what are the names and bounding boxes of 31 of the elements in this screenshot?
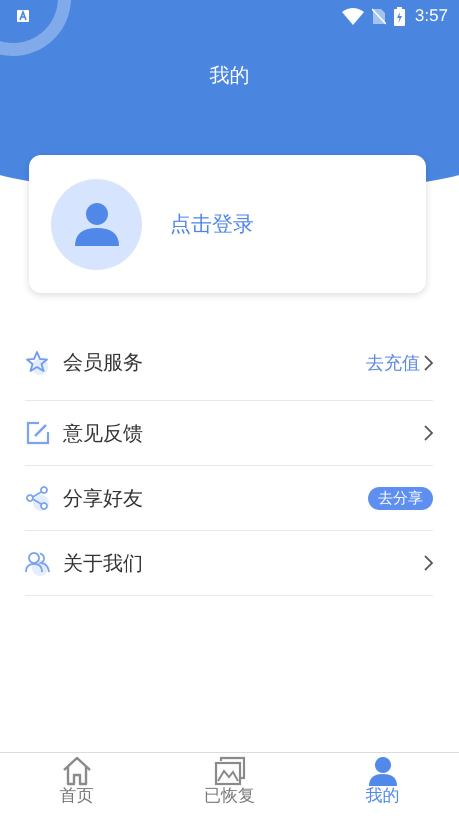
no-sim-icon <box>372 8 386 24</box>
nav-tab[interactable]: 我的 <box>306 753 459 816</box>
edit-icon <box>25 420 51 446</box>
wifi-icon <box>342 8 364 24</box>
share-icon <box>25 485 51 511</box>
menu-label: 意见反馈 <box>63 420 143 446</box>
chevron-right-icon <box>424 555 433 571</box>
home-icon <box>60 756 92 786</box>
person-icon <box>366 756 398 786</box>
nav-tab[interactable]: 已恢复 <box>153 753 306 816</box>
menu-item[interactable]: 分享好友 去分享 <box>25 466 433 531</box>
keyboard-icon <box>17 10 29 22</box>
profile-card[interactable]: 点击登录 <box>29 155 426 293</box>
status-time: 3:57 <box>414 6 448 26</box>
share-button[interactable]: 去分享 <box>368 486 433 510</box>
battery-charging-icon <box>394 6 405 26</box>
menu-label: 会员服务 <box>63 349 143 376</box>
menu-item[interactable]: 意见反馈 <box>25 401 433 466</box>
recharge-link[interactable]: 去充值 <box>366 350 420 374</box>
login-link[interactable]: 点击登录 <box>170 210 254 238</box>
star-icon <box>25 350 51 376</box>
menu-label: 关于我们 <box>63 550 143 576</box>
chevron-right-icon <box>424 354 433 370</box>
menu-item[interactable]: 关于我们 <box>25 531 433 596</box>
users-icon <box>25 550 51 576</box>
nav-tab[interactable]: 首页 <box>0 753 153 816</box>
menu-item[interactable]: 会员服务 去充值 <box>25 325 433 401</box>
gallery-icon <box>214 756 246 786</box>
page-title: 我的 <box>208 62 250 89</box>
chevron-right-icon <box>424 425 433 441</box>
menu-label: 分享好友 <box>63 484 143 512</box>
